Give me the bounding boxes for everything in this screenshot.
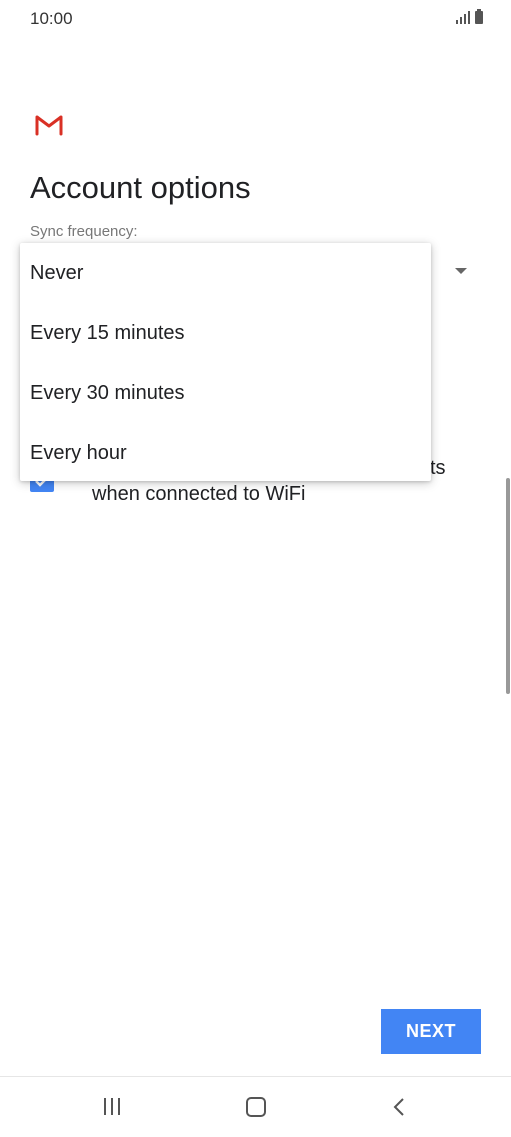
navigation-bar <box>0 1076 511 1137</box>
scrollbar[interactable] <box>506 478 510 694</box>
menu-item-every-hour[interactable]: Every hour <box>30 442 127 465</box>
home-icon[interactable] <box>246 1097 266 1117</box>
menu-item-every-15-minutes[interactable]: Every 15 minutes <box>30 322 185 345</box>
next-button[interactable]: NEXT <box>381 1009 481 1054</box>
dropdown-arrow-icon[interactable] <box>455 268 467 274</box>
battery-icon <box>475 9 483 24</box>
menu-item-never[interactable]: Never <box>30 262 83 285</box>
sync-frequency-label: Sync frequency: <box>30 223 138 240</box>
status-icons <box>456 9 483 24</box>
wifi-option-label: when connected to WiFi <box>92 483 306 505</box>
gmail-icon <box>35 115 63 136</box>
status-time: 10:00 <box>30 9 73 28</box>
sync-frequency-menu: Never Every 15 minutes Every 30 minutes … <box>20 243 431 481</box>
recent-apps-icon[interactable] <box>104 1098 120 1115</box>
wifi-option-label-tail: ts <box>430 457 446 479</box>
status-bar: 10:00 <box>0 0 511 38</box>
signal-icon <box>456 10 470 24</box>
page-title: Account options <box>30 170 251 205</box>
back-icon[interactable] <box>392 1097 406 1117</box>
menu-item-every-30-minutes[interactable]: Every 30 minutes <box>30 382 185 405</box>
